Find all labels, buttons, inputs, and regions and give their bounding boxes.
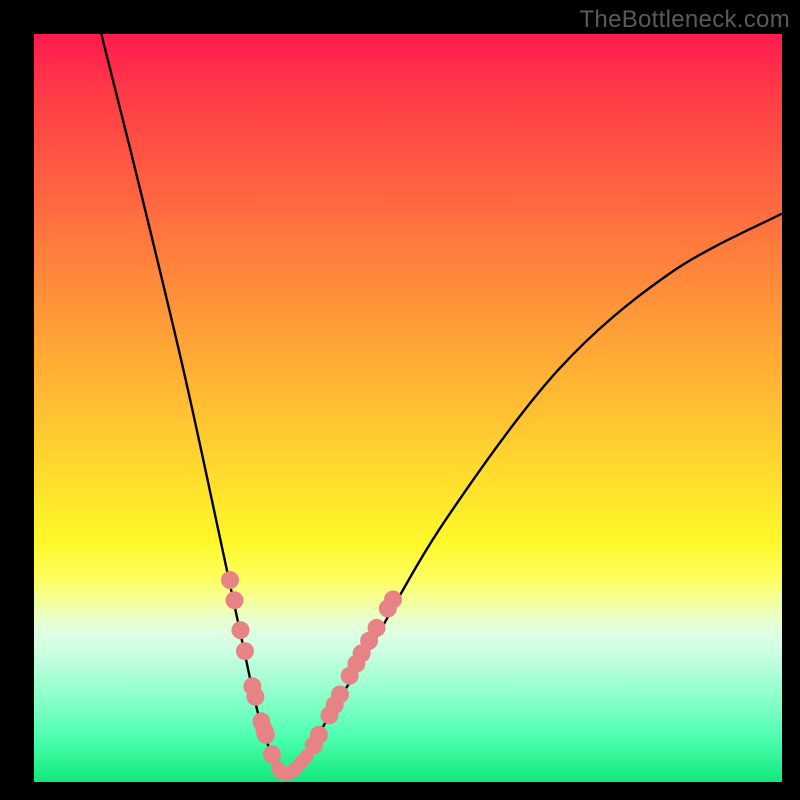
curve-marker bbox=[221, 571, 239, 589]
curve-marker bbox=[263, 745, 281, 763]
chart-plot-area bbox=[34, 34, 782, 782]
curve-marker bbox=[331, 685, 349, 703]
curve-marker bbox=[368, 619, 386, 637]
curve-marker bbox=[299, 750, 313, 764]
chart-frame: TheBottleneck.com bbox=[0, 0, 800, 800]
curve-marker bbox=[384, 590, 402, 608]
curve-marker bbox=[231, 621, 249, 639]
curve-markers bbox=[221, 571, 402, 781]
curve-path bbox=[101, 34, 782, 776]
curve-marker bbox=[310, 726, 328, 744]
chart-svg bbox=[34, 34, 782, 782]
curve-marker bbox=[236, 642, 254, 660]
curve-marker bbox=[225, 591, 243, 609]
bottleneck-curve bbox=[101, 34, 782, 776]
curve-marker bbox=[257, 726, 275, 744]
curve-marker bbox=[246, 688, 264, 706]
watermark-text: TheBottleneck.com bbox=[579, 6, 790, 34]
